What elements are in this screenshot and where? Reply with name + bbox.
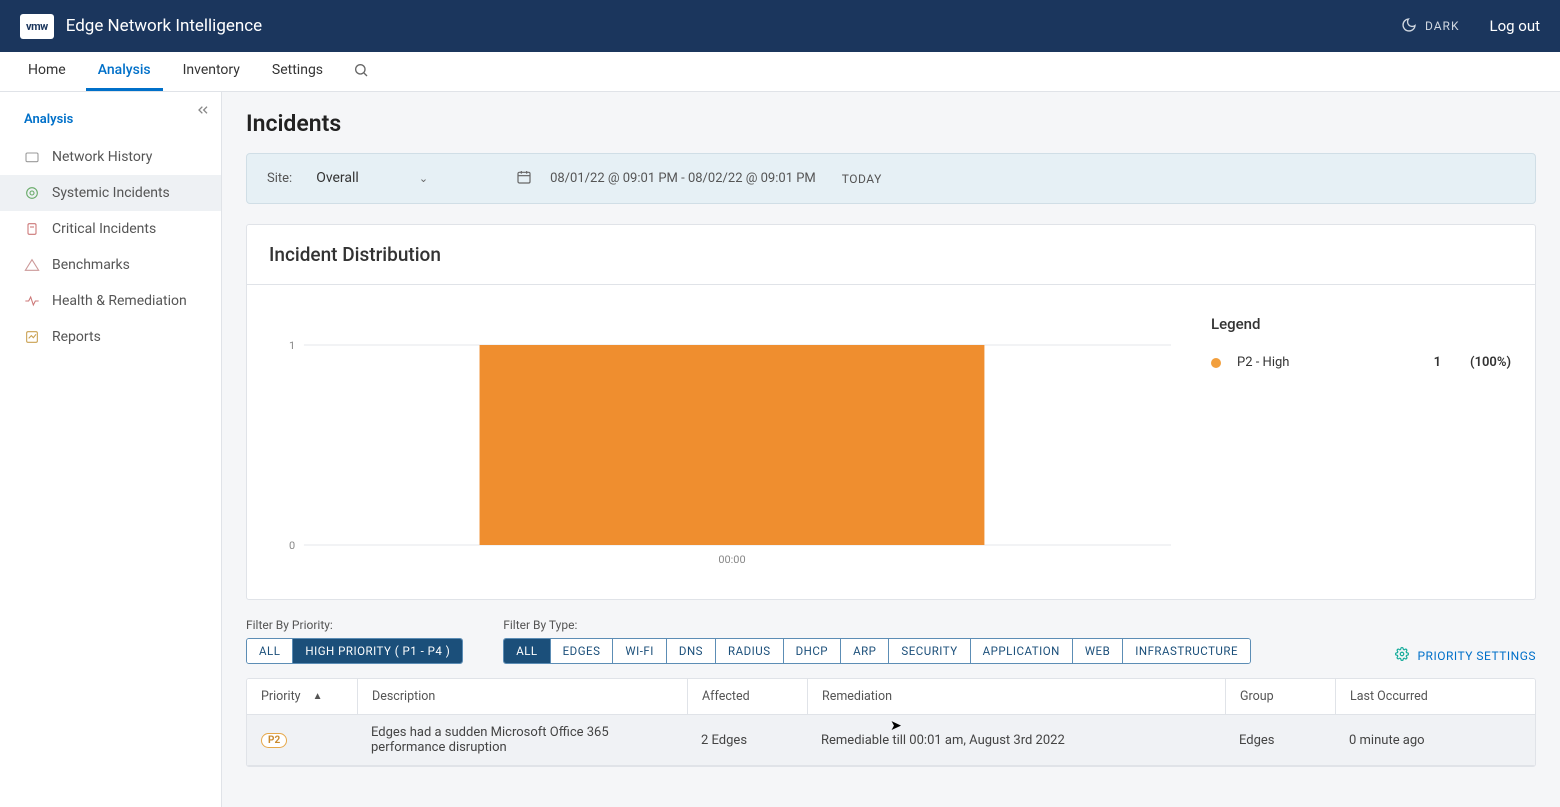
chevron-down-icon: ⌄ bbox=[419, 172, 428, 185]
type-pill-dns[interactable]: DNS bbox=[667, 639, 716, 663]
tab-home[interactable]: Home bbox=[16, 52, 78, 91]
col-header-group[interactable]: Group bbox=[1225, 679, 1335, 714]
legend-label: P2 - High bbox=[1237, 355, 1401, 370]
type-pill-wifi[interactable]: WI-FI bbox=[613, 639, 667, 663]
priority-settings-link[interactable]: PRIORITY SETTINGS bbox=[1395, 647, 1536, 664]
filter-priority-group: Filter By Priority: ALL HIGH PRIORITY ( … bbox=[246, 618, 463, 664]
calendar-icon[interactable] bbox=[516, 169, 532, 189]
priority-badge: P2 bbox=[261, 733, 287, 748]
y-tick-1: 1 bbox=[289, 339, 295, 351]
y-tick-0: 0 bbox=[289, 539, 295, 551]
brand-logo: vmw bbox=[20, 14, 54, 39]
filter-type-label: Filter By Type: bbox=[503, 618, 1251, 632]
cell-remediation: Remediable till 00:01 am, August 3rd 202… bbox=[807, 723, 1225, 758]
chart-legend: Legend P2 - High 1 (100%) bbox=[1211, 315, 1511, 575]
type-pill-web[interactable]: WEB bbox=[1073, 639, 1123, 663]
sidebar-item-health-remediation[interactable]: Health & Remediation bbox=[0, 283, 221, 319]
type-pill-edges[interactable]: EDGES bbox=[551, 639, 614, 663]
table-header-row: Priority ▲ Description Affected Remediat… bbox=[247, 679, 1535, 715]
app-title: Edge Network Intelligence bbox=[66, 16, 1401, 36]
sidebar-item-systemic-incidents[interactable]: Systemic Incidents bbox=[0, 175, 221, 211]
type-pill-radius[interactable]: RADIUS bbox=[716, 639, 784, 663]
date-range-text[interactable]: 08/01/22 @ 09:01 PM - 08/02/22 @ 09:01 P… bbox=[550, 171, 816, 186]
today-button[interactable]: TODAY bbox=[842, 172, 882, 186]
legend-swatch bbox=[1211, 358, 1221, 368]
site-select[interactable]: Overall ⌄ bbox=[310, 166, 498, 191]
sidebar-item-label: Systemic Incidents bbox=[52, 185, 170, 201]
legend-title: Legend bbox=[1211, 315, 1511, 333]
clipboard-icon bbox=[24, 221, 40, 237]
collapse-sidebar-icon[interactable] bbox=[195, 102, 211, 122]
col-header-label: Priority bbox=[261, 689, 301, 704]
legend-pct: (100%) bbox=[1441, 355, 1511, 370]
gear-icon bbox=[1395, 647, 1409, 664]
legend-row-p2[interactable]: P2 - High 1 (100%) bbox=[1211, 355, 1511, 370]
sidebar-item-critical-incidents[interactable]: Critical Incidents bbox=[0, 211, 221, 247]
search-icon[interactable] bbox=[343, 62, 379, 82]
legend-count: 1 bbox=[1401, 355, 1441, 370]
table-row[interactable]: P2 Edges had a sudden Microsoft Office 3… bbox=[247, 715, 1535, 766]
tab-analysis[interactable]: Analysis bbox=[86, 52, 163, 91]
chart-icon bbox=[24, 329, 40, 345]
col-header-affected[interactable]: Affected bbox=[687, 679, 807, 714]
col-header-description[interactable]: Description bbox=[357, 679, 687, 714]
filter-type-group: Filter By Type: ALL EDGES WI-FI DNS RADI… bbox=[503, 618, 1251, 664]
page-title: Incidents bbox=[246, 110, 1536, 137]
bar-p2[interactable] bbox=[480, 345, 985, 545]
sidebar-item-label: Critical Incidents bbox=[52, 221, 156, 237]
type-pill-arp[interactable]: ARP bbox=[841, 639, 889, 663]
priority-pill-high[interactable]: HIGH PRIORITY ( P1 - P4 ) bbox=[293, 639, 462, 663]
incidents-table: Priority ▲ Description Affected Remediat… bbox=[246, 678, 1536, 767]
sidebar-item-reports[interactable]: Reports bbox=[0, 319, 221, 355]
sidebar-item-label: Reports bbox=[52, 329, 101, 345]
card-title: Incident Distribution bbox=[247, 225, 1535, 285]
sidebar-item-label: Network History bbox=[52, 149, 152, 165]
sidebar-section-title: Analysis bbox=[0, 92, 221, 139]
cell-group: Edges bbox=[1225, 723, 1335, 758]
incident-distribution-card: Incident Distribution 1 0 00:00 bbox=[246, 224, 1536, 600]
type-pill-infrastructure[interactable]: INFRASTRUCTURE bbox=[1123, 639, 1250, 663]
sidebar-item-label: Benchmarks bbox=[52, 257, 130, 273]
sidebar-item-network-history[interactable]: Network History bbox=[0, 139, 221, 175]
priority-pill-all[interactable]: ALL bbox=[247, 639, 293, 663]
cell-affected: 2 Edges bbox=[687, 723, 807, 758]
x-tick-0: 00:00 bbox=[718, 553, 745, 565]
logout-link[interactable]: Log out bbox=[1489, 17, 1540, 35]
cell-description: Edges had a sudden Microsoft Office 365 … bbox=[357, 715, 687, 765]
type-pill-application[interactable]: APPLICATION bbox=[971, 639, 1073, 663]
sidebar: Analysis Network History Systemic Incide… bbox=[0, 92, 222, 807]
main-content: Incidents Site: Overall ⌄ 08/01/22 @ 09:… bbox=[222, 92, 1560, 807]
filters-row: Filter By Priority: ALL HIGH PRIORITY ( … bbox=[246, 618, 1536, 664]
type-pill-dhcp[interactable]: DHCP bbox=[784, 639, 842, 663]
main-tabs: Home Analysis Inventory Settings bbox=[0, 52, 1560, 92]
dark-mode-toggle[interactable]: DARK bbox=[1401, 17, 1460, 36]
triangle-icon bbox=[24, 257, 40, 273]
sidebar-item-benchmarks[interactable]: Benchmarks bbox=[0, 247, 221, 283]
type-pill-all[interactable]: ALL bbox=[504, 639, 550, 663]
context-filter-bar: Site: Overall ⌄ 08/01/22 @ 09:01 PM - 08… bbox=[246, 153, 1536, 204]
sidebar-item-label: Health & Remediation bbox=[52, 293, 187, 309]
target-icon bbox=[24, 185, 40, 201]
col-header-priority[interactable]: Priority ▲ bbox=[247, 679, 357, 714]
tab-inventory[interactable]: Inventory bbox=[171, 52, 252, 91]
cell-last-occurred: 0 minute ago bbox=[1335, 723, 1535, 758]
type-pill-security[interactable]: SECURITY bbox=[889, 639, 970, 663]
sort-asc-icon: ▲ bbox=[313, 691, 323, 702]
filter-priority-label: Filter By Priority: bbox=[246, 618, 463, 632]
top-header: vmw Edge Network Intelligence DARK Log o… bbox=[0, 0, 1560, 52]
folder-icon bbox=[24, 149, 40, 165]
site-label: Site: bbox=[267, 171, 292, 186]
priority-settings-label: PRIORITY SETTINGS bbox=[1417, 649, 1536, 663]
tab-settings[interactable]: Settings bbox=[260, 52, 335, 91]
dark-mode-label: DARK bbox=[1425, 19, 1460, 33]
site-select-value: Overall bbox=[316, 170, 359, 186]
col-header-last-occurred[interactable]: Last Occurred bbox=[1335, 679, 1535, 714]
pulse-icon bbox=[24, 293, 40, 309]
distribution-chart[interactable]: 1 0 00:00 bbox=[271, 315, 1171, 575]
moon-icon bbox=[1401, 17, 1417, 36]
col-header-remediation[interactable]: Remediation bbox=[807, 679, 1225, 714]
